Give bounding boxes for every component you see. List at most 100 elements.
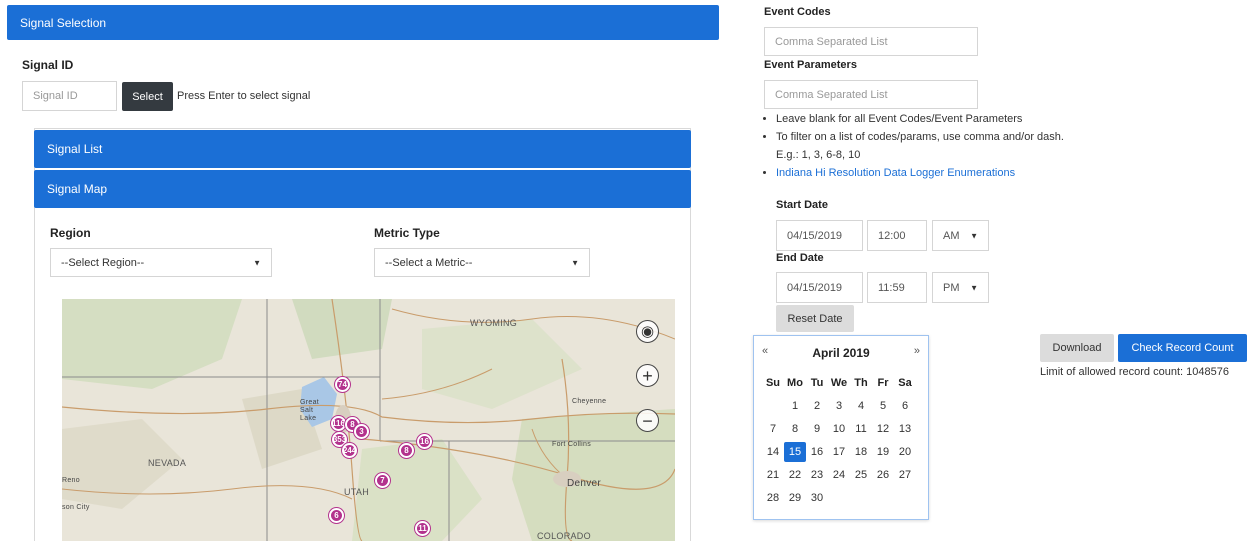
signal-selection-title: Signal Selection: [20, 15, 107, 30]
map-cluster-marker[interactable]: 244: [342, 443, 357, 458]
dow-label: Tu: [810, 376, 824, 389]
metric-type-label: Metric Type: [374, 226, 440, 240]
calendar-day[interactable]: 26: [872, 465, 894, 485]
calendar-day[interactable]: 23: [806, 465, 828, 485]
calendar-week-row: 123456: [762, 394, 916, 417]
calendar-day[interactable]: 20: [894, 442, 916, 462]
event-parameters-input[interactable]: Comma Separated List: [764, 80, 978, 109]
map-cluster-marker[interactable]: 116: [331, 416, 346, 431]
calendar-day[interactable]: 18: [850, 442, 872, 462]
download-button[interactable]: Download: [1040, 334, 1114, 362]
start-ampm-select[interactable]: AM ▼: [932, 220, 989, 251]
event-parameters-placeholder: Comma Separated List: [775, 88, 888, 101]
map-cluster-marker[interactable]: 7: [375, 473, 390, 488]
calendar-day[interactable]: 12: [872, 419, 894, 439]
calendar-header: « April 2019 »: [754, 345, 928, 363]
calendar-week-row: 14 15 16 17 18 19 20: [762, 440, 916, 463]
event-codes-placeholder: Comma Separated List: [775, 35, 888, 48]
signal-list-title: Signal List: [47, 142, 103, 156]
calendar-week-row: 7 8 9 10 11 12 13: [762, 417, 916, 440]
start-time-input[interactable]: 12:00: [867, 220, 927, 251]
map-cluster-marker[interactable]: 74: [335, 377, 350, 392]
map-background: [62, 299, 675, 541]
calendar-day[interactable]: 2: [806, 396, 828, 416]
calendar-day[interactable]: 30: [806, 488, 828, 508]
calendar-empty-cell: [850, 488, 872, 508]
calendar-day[interactable]: 14: [762, 442, 784, 462]
dow-label: Mo: [787, 376, 803, 389]
calendar-day[interactable]: 13: [894, 419, 916, 439]
signal-map-header[interactable]: Signal Map: [34, 170, 691, 208]
calendar-day[interactable]: 11: [850, 419, 872, 439]
map-label-great-salt-lake: Great Salt Lake: [300, 399, 320, 422]
map-cluster-marker[interactable]: 3: [354, 424, 369, 439]
select-signal-button[interactable]: Select: [122, 82, 173, 111]
dow-label: Fr: [877, 376, 889, 389]
calendar-day[interactable]: 25: [850, 465, 872, 485]
map-cluster-marker[interactable]: 11: [415, 521, 430, 536]
event-codes-label: Event Codes: [764, 6, 831, 18]
calendar-day[interactable]: 6: [894, 396, 916, 416]
zoom-in-icon[interactable]: +: [636, 364, 659, 387]
calendar-grid: Su Mo Tu We Th Fr Sa 1 2 3 4 5 6 7 8 9 10 11 12 13 14…: [762, 371, 916, 509]
end-date-input[interactable]: 04/15/2019: [776, 272, 863, 303]
end-ampm-select[interactable]: PM ▼: [932, 272, 989, 303]
signal-selection-header[interactable]: Signal Selection: [7, 5, 719, 40]
metric-type-select[interactable]: --Select a Metric-- ▼: [374, 248, 590, 277]
map-label-denver: Denver: [567, 478, 602, 489]
note-item: Leave blank for all Event Codes/Event Pa…: [776, 110, 1064, 128]
locate-icon[interactable]: ◉: [636, 320, 659, 343]
calendar-day[interactable]: 17: [828, 442, 850, 462]
calendar-empty-cell: [828, 488, 850, 508]
chevron-down-icon: ▼: [571, 258, 579, 267]
signal-list-header[interactable]: Signal List: [34, 130, 691, 168]
signal-id-label: Signal ID: [22, 58, 74, 72]
calendar-empty-cell: [894, 488, 916, 508]
calendar-week-row: 28 29 30: [762, 486, 916, 509]
calendar-day[interactable]: 3: [828, 396, 850, 416]
map-cluster-marker[interactable]: 8: [399, 443, 414, 458]
start-date-input[interactable]: 04/15/2019: [776, 220, 863, 251]
end-time-input[interactable]: 11:59: [867, 272, 927, 303]
chevron-down-icon: ▼: [970, 283, 978, 292]
record-limit-text: Limit of allowed record count: 1048576: [1040, 366, 1229, 378]
signal-id-input[interactable]: Signal ID: [22, 81, 117, 111]
enumerations-link[interactable]: Indiana Hi Resolution Data Logger Enumer…: [776, 167, 1015, 179]
zoom-out-icon[interactable]: −: [636, 409, 659, 432]
calendar-dow-row: Su Mo Tu We Th Fr Sa: [762, 371, 916, 394]
calendar-day[interactable]: 1: [784, 396, 806, 416]
calendar-day[interactable]: 4: [850, 396, 872, 416]
metric-type-select-value: --Select a Metric--: [385, 256, 473, 269]
calendar-empty-cell: [762, 396, 784, 416]
calendar-month-title[interactable]: April 2019: [754, 346, 928, 360]
map-label-carson-city: son City: [62, 504, 90, 511]
dow-label: We: [830, 376, 848, 389]
calendar-day[interactable]: 16: [806, 442, 828, 462]
map-cluster-marker[interactable]: 16: [417, 434, 432, 449]
region-select[interactable]: --Select Region-- ▼: [50, 248, 272, 277]
calendar-day[interactable]: 28: [762, 488, 784, 508]
map-label-nevada: NEVADA: [148, 458, 187, 468]
calendar-day[interactable]: 7: [762, 419, 784, 439]
calendar-day[interactable]: 10: [828, 419, 850, 439]
calendar-empty-cell: [872, 488, 894, 508]
calendar-day[interactable]: 27: [894, 465, 916, 485]
end-ampm-value: PM: [943, 281, 960, 294]
calendar-day[interactable]: 8: [784, 419, 806, 439]
check-record-count-button[interactable]: Check Record Count: [1118, 334, 1247, 362]
next-month-button[interactable]: »: [914, 345, 920, 357]
map-cluster-marker[interactable]: 6: [329, 508, 344, 523]
reset-date-button[interactable]: Reset Date: [776, 305, 854, 332]
signal-map[interactable]: WYOMING NEVADA UTAH COLORADO Denver Chey…: [62, 299, 675, 541]
calendar-day[interactable]: 24: [828, 465, 850, 485]
signal-id-placeholder: Signal ID: [33, 90, 78, 102]
calendar-day[interactable]: 15: [784, 441, 806, 462]
calendar-day[interactable]: 21: [762, 465, 784, 485]
calendar-day[interactable]: 9: [806, 419, 828, 439]
calendar-day[interactable]: 29: [784, 488, 806, 508]
calendar-day[interactable]: 19: [872, 442, 894, 462]
calendar-day[interactable]: 22: [784, 465, 806, 485]
date-picker-calendar[interactable]: « April 2019 » Su Mo Tu We Th Fr Sa 1234…: [753, 335, 929, 520]
calendar-day[interactable]: 5: [872, 396, 894, 416]
event-codes-input[interactable]: Comma Separated List: [764, 27, 978, 56]
